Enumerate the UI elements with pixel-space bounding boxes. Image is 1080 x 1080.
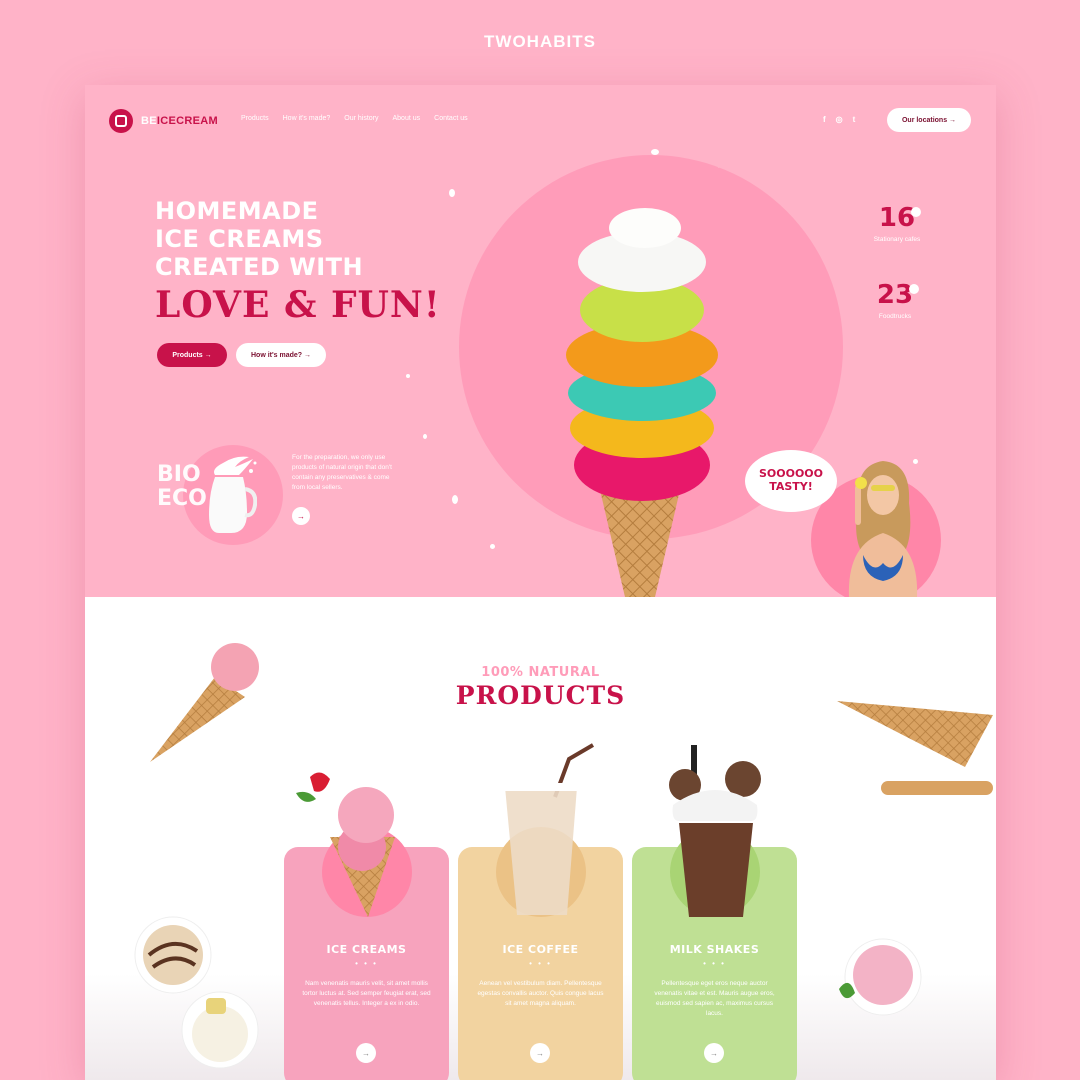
nav-link-about-us[interactable]: About us bbox=[393, 115, 421, 122]
ice-cream-cone-image bbox=[566, 208, 718, 597]
chocolate-bowl-image bbox=[134, 916, 212, 994]
nav-link-how-its-made[interactable]: How it's made? bbox=[283, 115, 331, 122]
hero-accent-line: LOVE & FUN! bbox=[155, 284, 441, 326]
strawberry-bowl-image bbox=[839, 938, 922, 1016]
products-section: 100% NATURAL PRODUCTS ICE CREAMS • • • N… bbox=[85, 597, 996, 1080]
stat-dot-icon bbox=[909, 284, 919, 294]
stat-foodtrucks: 23 Foodtrucks bbox=[865, 280, 925, 321]
tasty-speech-bubble: SOOOOOO TASTY! bbox=[745, 450, 837, 512]
product-name: ICE CREAMS bbox=[326, 943, 407, 956]
product-description: Pellentesque eget eros neque auctor vene… bbox=[654, 980, 775, 1017]
bio-more-button[interactable]: → bbox=[292, 507, 310, 525]
stat-label: Foodtrucks bbox=[878, 313, 912, 320]
pink-cone-image bbox=[150, 643, 259, 762]
hero-headline: HOMEMADE ICE CREAMS CREATED WITH bbox=[155, 197, 363, 281]
vanilla-bowl-image bbox=[181, 991, 259, 1069]
card-arrow-button[interactable]: → bbox=[704, 1043, 724, 1063]
logo[interactable]: BEICECREAM bbox=[109, 109, 218, 133]
dots-divider: • • • bbox=[703, 959, 726, 968]
girl-eating-ice-cream-image bbox=[848, 461, 918, 597]
nav-link-products[interactable]: Products bbox=[241, 115, 269, 122]
logo-text: BEICECREAM bbox=[141, 115, 218, 127]
website-mockup: BEICECREAM Products How it's made? Our h… bbox=[85, 85, 996, 1080]
stat-label: Stationary cafes bbox=[873, 236, 921, 243]
ice-cream-cone-product-image bbox=[296, 772, 395, 917]
card-arrow-button[interactable]: → bbox=[356, 1043, 376, 1063]
waffle-cones-image bbox=[837, 701, 993, 795]
bio-description: For the preparation, we only use product… bbox=[292, 454, 392, 491]
headline-line: HOMEMADE bbox=[155, 197, 319, 225]
instagram-icon[interactable]: ◎ bbox=[836, 115, 843, 124]
dots-divider: • • • bbox=[355, 959, 378, 968]
products-button[interactable]: Products → bbox=[157, 343, 227, 367]
nav-links: Products How it's made? Our history Abou… bbox=[241, 115, 468, 122]
milk-jar-image bbox=[209, 456, 257, 533]
twohabits-brand: TWOHABITS bbox=[484, 32, 596, 51]
product-description: Aenean vel vestibulum diam. Pellentesque… bbox=[477, 980, 604, 1007]
headline-line: CREATED WITH bbox=[155, 253, 364, 281]
product-description: Nam venenatis mauris velit, sit amet mol… bbox=[302, 980, 431, 1007]
headline-line: ICE CREAMS bbox=[155, 225, 324, 253]
facebook-icon[interactable]: f bbox=[823, 115, 826, 124]
nav-link-our-history[interactable]: Our history bbox=[344, 115, 378, 122]
our-locations-button[interactable]: Our locations → bbox=[887, 108, 971, 132]
milkshake-image bbox=[669, 745, 761, 917]
nav-link-contact-us[interactable]: Contact us bbox=[434, 115, 467, 122]
stat-dot-icon bbox=[911, 207, 921, 217]
how-its-made-button[interactable]: How it's made? → bbox=[236, 343, 326, 367]
bio-eco-word: BIO ECO bbox=[157, 462, 207, 511]
dots-divider: • • • bbox=[529, 959, 552, 968]
logo-icon bbox=[109, 109, 133, 133]
twitter-icon[interactable]: t bbox=[853, 115, 856, 124]
card-arrow-button[interactable]: → bbox=[530, 1043, 550, 1063]
hero-section: BEICECREAM Products How it's made? Our h… bbox=[85, 85, 996, 605]
product-name: MILK SHAKES bbox=[669, 943, 760, 956]
iced-coffee-image bbox=[505, 743, 595, 915]
product-name: ICE COFFEE bbox=[502, 943, 579, 956]
stat-cafes: 16 Stationary cafes bbox=[867, 203, 927, 244]
top-navigation: BEICECREAM Products How it's made? Our h… bbox=[85, 85, 996, 155]
social-links: f ◎ t bbox=[823, 115, 855, 124]
